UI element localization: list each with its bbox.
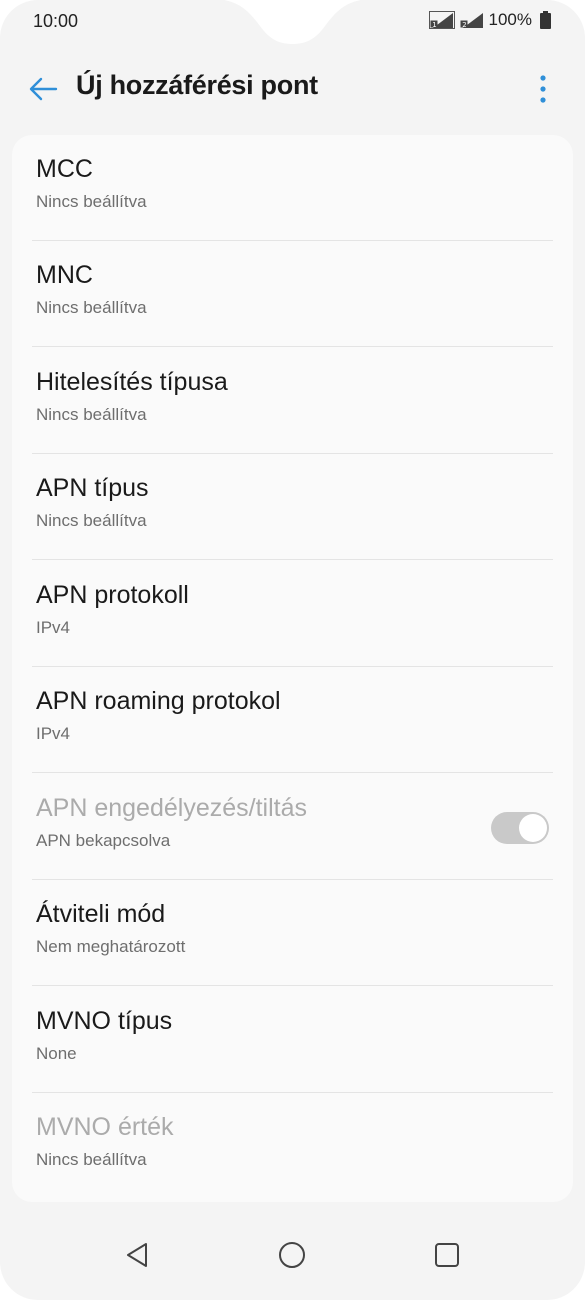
- setting-title: MNC: [36, 261, 93, 289]
- camera-notch: [223, 0, 362, 44]
- battery-icon: [540, 11, 551, 29]
- phone-screen: 10:00 1 2 100% Új hozzáférési pont MCC N…: [0, 0, 585, 1300]
- triangle-back-icon[interactable]: [120, 1237, 156, 1273]
- navigation-bar: [0, 1225, 585, 1300]
- setting-value: IPv4: [36, 618, 71, 637]
- setting-value: Nincs beállítva: [36, 405, 147, 424]
- svg-text:1: 1: [432, 21, 436, 29]
- divider: [32, 559, 553, 560]
- divider: [32, 985, 553, 986]
- setting-bearer[interactable]: Átviteli mód Nem meghatározott: [12, 880, 573, 986]
- setting-value: Nincs beállítva: [36, 192, 147, 211]
- setting-title: APN engedélyezés/tiltás: [36, 794, 307, 822]
- setting-title: MVNO típus: [36, 1007, 173, 1035]
- status-bar: 10:00 1 2 100%: [0, 0, 585, 46]
- setting-mvno-type[interactable]: MVNO típus None: [12, 987, 573, 1093]
- battery-percent: 100%: [488, 10, 532, 29]
- apn-enable-toggle: [491, 812, 549, 844]
- status-time: 10:00: [33, 11, 79, 31]
- setting-title: APN protokoll: [36, 581, 189, 609]
- setting-apn-protocol[interactable]: APN protokoll IPv4: [12, 561, 573, 667]
- setting-title: MCC: [36, 155, 93, 183]
- app-bar: Új hozzáférési pont: [0, 58, 585, 118]
- setting-title: APN típus: [36, 474, 149, 502]
- setting-title: Hitelesítés típusa: [36, 368, 228, 396]
- setting-mvno-value: MVNO érték Nincs beállítva: [12, 1093, 573, 1199]
- setting-value: Nincs beállítva: [36, 298, 147, 317]
- setting-value: None: [36, 1044, 77, 1063]
- setting-value: Nincs beállítva: [36, 1150, 147, 1169]
- arrow-left-icon[interactable]: [28, 74, 58, 104]
- more-vertical-icon[interactable]: [531, 72, 555, 106]
- setting-title: Átviteli mód: [36, 900, 166, 928]
- setting-apn-type[interactable]: APN típus Nincs beállítva: [12, 454, 573, 560]
- status-icons: 1 2 100%: [428, 10, 551, 30]
- setting-apn-enable: APN engedélyezés/tiltás APN bekapcsolva: [12, 774, 573, 880]
- setting-mnc[interactable]: MNC Nincs beállítva: [12, 241, 573, 347]
- setting-value: Nincs beállítva: [36, 511, 147, 530]
- circle-home-icon[interactable]: [274, 1237, 310, 1273]
- divider: [32, 772, 553, 773]
- settings-list: MCC Nincs beállítva MNC Nincs beállítva …: [12, 135, 573, 1202]
- divider: [32, 346, 553, 347]
- setting-value: IPv4: [36, 724, 71, 743]
- toggle-knob: [519, 814, 547, 842]
- square-recents-icon[interactable]: [429, 1237, 465, 1273]
- setting-apn-roaming-protocol[interactable]: APN roaming protokol IPv4: [12, 667, 573, 773]
- signal-sim2-icon: 2: [459, 11, 485, 29]
- svg-text:2: 2: [462, 21, 466, 29]
- setting-auth-type[interactable]: Hitelesítés típusa Nincs beállítva: [12, 348, 573, 454]
- page-title: Új hozzáférési pont: [76, 70, 318, 100]
- signal-sim1-icon: 1: [428, 11, 455, 29]
- setting-title: MVNO érték: [36, 1113, 174, 1141]
- setting-value: APN bekapcsolva: [36, 831, 171, 850]
- setting-value: Nem meghatározott: [36, 937, 186, 956]
- setting-mcc[interactable]: MCC Nincs beállítva: [12, 135, 573, 241]
- setting-title: APN roaming protokol: [36, 687, 281, 715]
